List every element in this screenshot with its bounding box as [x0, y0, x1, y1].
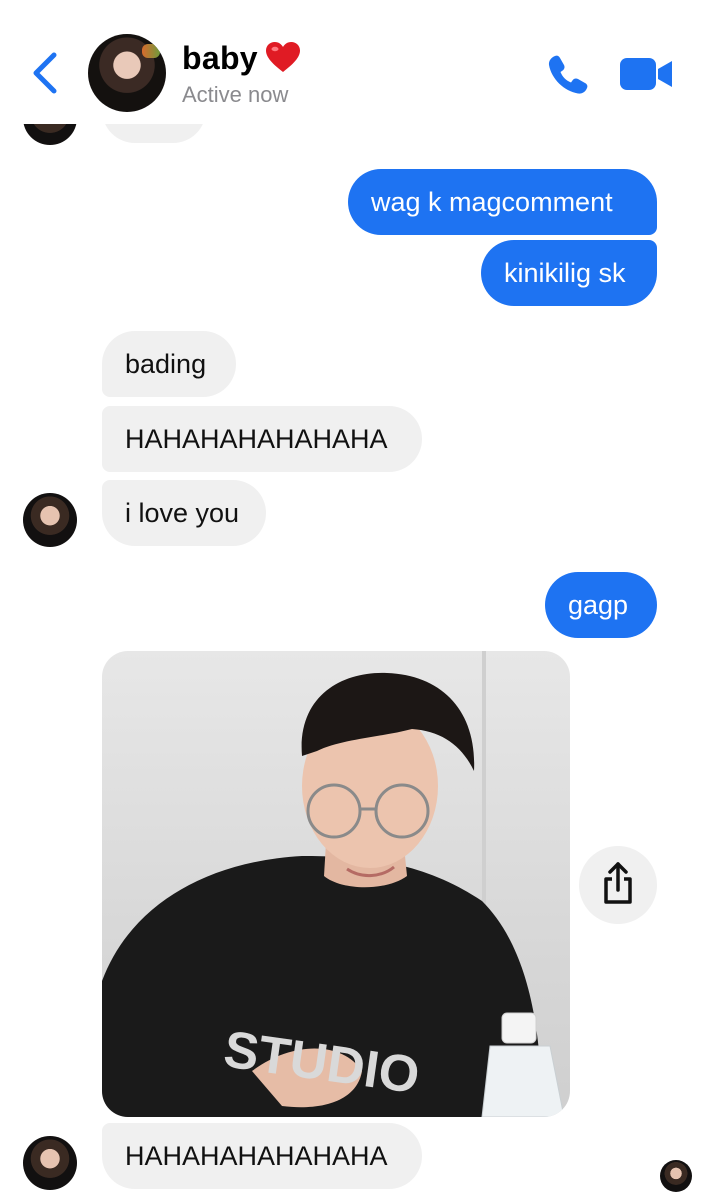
contact-avatar-small: [23, 493, 77, 547]
conversation-header: baby Active now: [0, 0, 704, 124]
message-bubble-incoming[interactable]: i love you: [102, 480, 266, 546]
phone-icon[interactable]: [546, 52, 590, 96]
share-button[interactable]: [579, 846, 657, 924]
message-bubble-incoming[interactable]: HAHAHAHAHAHAHA: [102, 406, 422, 472]
red-heart-icon: [265, 42, 300, 72]
contact-avatar[interactable]: [88, 34, 166, 112]
message-bubble-outgoing[interactable]: wag k magcomment: [348, 169, 657, 235]
chevron-left-icon[interactable]: [28, 50, 62, 96]
photo-message[interactable]: STUDIO: [102, 651, 570, 1117]
contact-name-row[interactable]: baby: [182, 38, 300, 78]
share-icon: [604, 862, 632, 904]
message-bubble-outgoing[interactable]: kinikilig sk: [481, 240, 657, 306]
message-bubble-incoming[interactable]: bading: [102, 331, 236, 397]
contact-name: baby: [182, 39, 258, 76]
active-status: Active now: [182, 82, 289, 107]
read-receipt-avatar: [660, 1160, 692, 1192]
photo-illustration: STUDIO: [102, 651, 565, 1117]
contact-avatar-small: [23, 1136, 77, 1190]
message-bubble-outgoing[interactable]: gagp: [545, 572, 657, 638]
message-bubble-incoming[interactable]: HAHAHAHAHAHAHA: [102, 1123, 422, 1189]
video-camera-icon[interactable]: [618, 56, 674, 92]
